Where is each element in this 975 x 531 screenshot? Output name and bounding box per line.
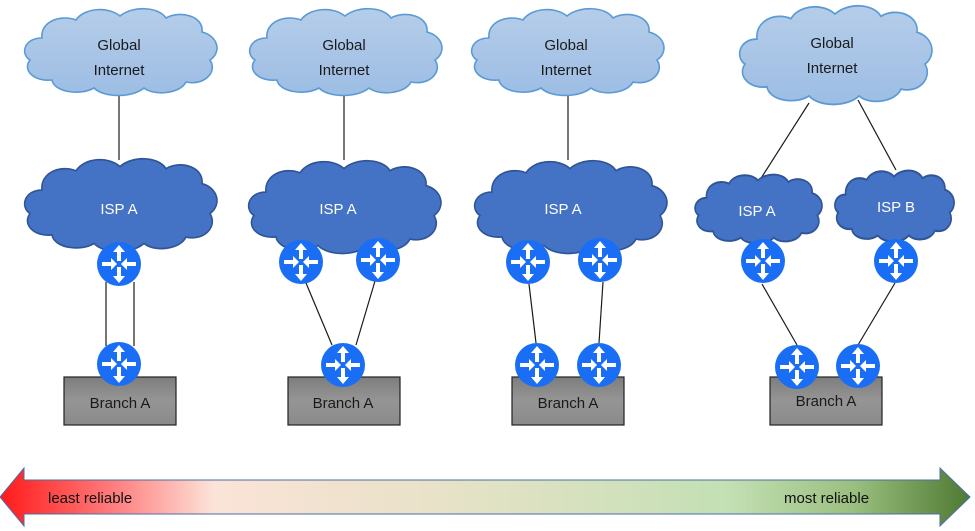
isp-label: ISP B	[877, 199, 915, 216]
internet-label-line1: Global	[544, 37, 587, 54]
branch-router-icon	[515, 343, 559, 387]
scenario-1-single-router-dual-link: Global Internet ISP A Branch A	[23, 7, 218, 426]
network-link	[761, 283, 798, 346]
least-reliable-label: least reliable	[48, 490, 132, 507]
scenario-3-dual-isp-router-dual-branch-router: Global Internet ISP A Branch A	[470, 7, 668, 426]
isp-router-icon	[506, 240, 550, 284]
internet-label-line2: Internet	[807, 60, 859, 77]
network-link	[598, 281, 604, 344]
isp-router-icon	[578, 238, 622, 282]
branch-router-icon	[97, 342, 141, 386]
isp-label: ISP A	[100, 201, 137, 218]
internet-label-line1: Global	[322, 37, 365, 54]
branch-label: Branch A	[538, 395, 599, 412]
internet-label-line1: Global	[810, 35, 853, 52]
network-link	[757, 102, 810, 184]
isp-router-icon	[279, 240, 323, 284]
isp-router-icon	[874, 239, 918, 283]
network-link	[305, 282, 333, 346]
branch-router-icon	[775, 345, 819, 389]
reliability-scale-arrow: least reliable most reliable	[0, 466, 971, 528]
network-link	[355, 280, 376, 346]
isp-router-icon	[356, 238, 400, 282]
branch-router-icon	[321, 343, 365, 387]
branch-label: Branch A	[90, 395, 151, 412]
scenario-2-dual-isp-router-single-branch-router: Global Internet ISP A Branch A	[247, 7, 443, 426]
branch-router-icon	[836, 344, 880, 388]
network-link	[857, 282, 896, 346]
internet-label-line2: Internet	[319, 62, 371, 79]
branch-label: Branch A	[313, 395, 374, 412]
isp-router-icon	[97, 242, 141, 286]
internet-label-line1: Global	[97, 37, 140, 54]
network-link	[857, 99, 897, 171]
scenario-4-dual-isp: Global Internet ISP A ISP B Branch A	[694, 4, 956, 426]
most-reliable-label: most reliable	[784, 490, 869, 507]
isp-label: ISP A	[738, 203, 775, 220]
isp-router-icon	[741, 239, 785, 283]
branch-router-icon	[577, 343, 621, 387]
network-link	[528, 283, 537, 344]
isp-label: ISP A	[544, 201, 581, 218]
isp-label: ISP A	[319, 201, 356, 218]
internet-label-line2: Internet	[94, 62, 146, 79]
internet-label-line2: Internet	[541, 62, 593, 79]
branch-label: Branch A	[796, 393, 857, 410]
internet-cloud-icon	[738, 4, 933, 106]
network-reliability-diagram: Global Internet ISP A Branch A Global Interne…	[0, 4, 971, 528]
